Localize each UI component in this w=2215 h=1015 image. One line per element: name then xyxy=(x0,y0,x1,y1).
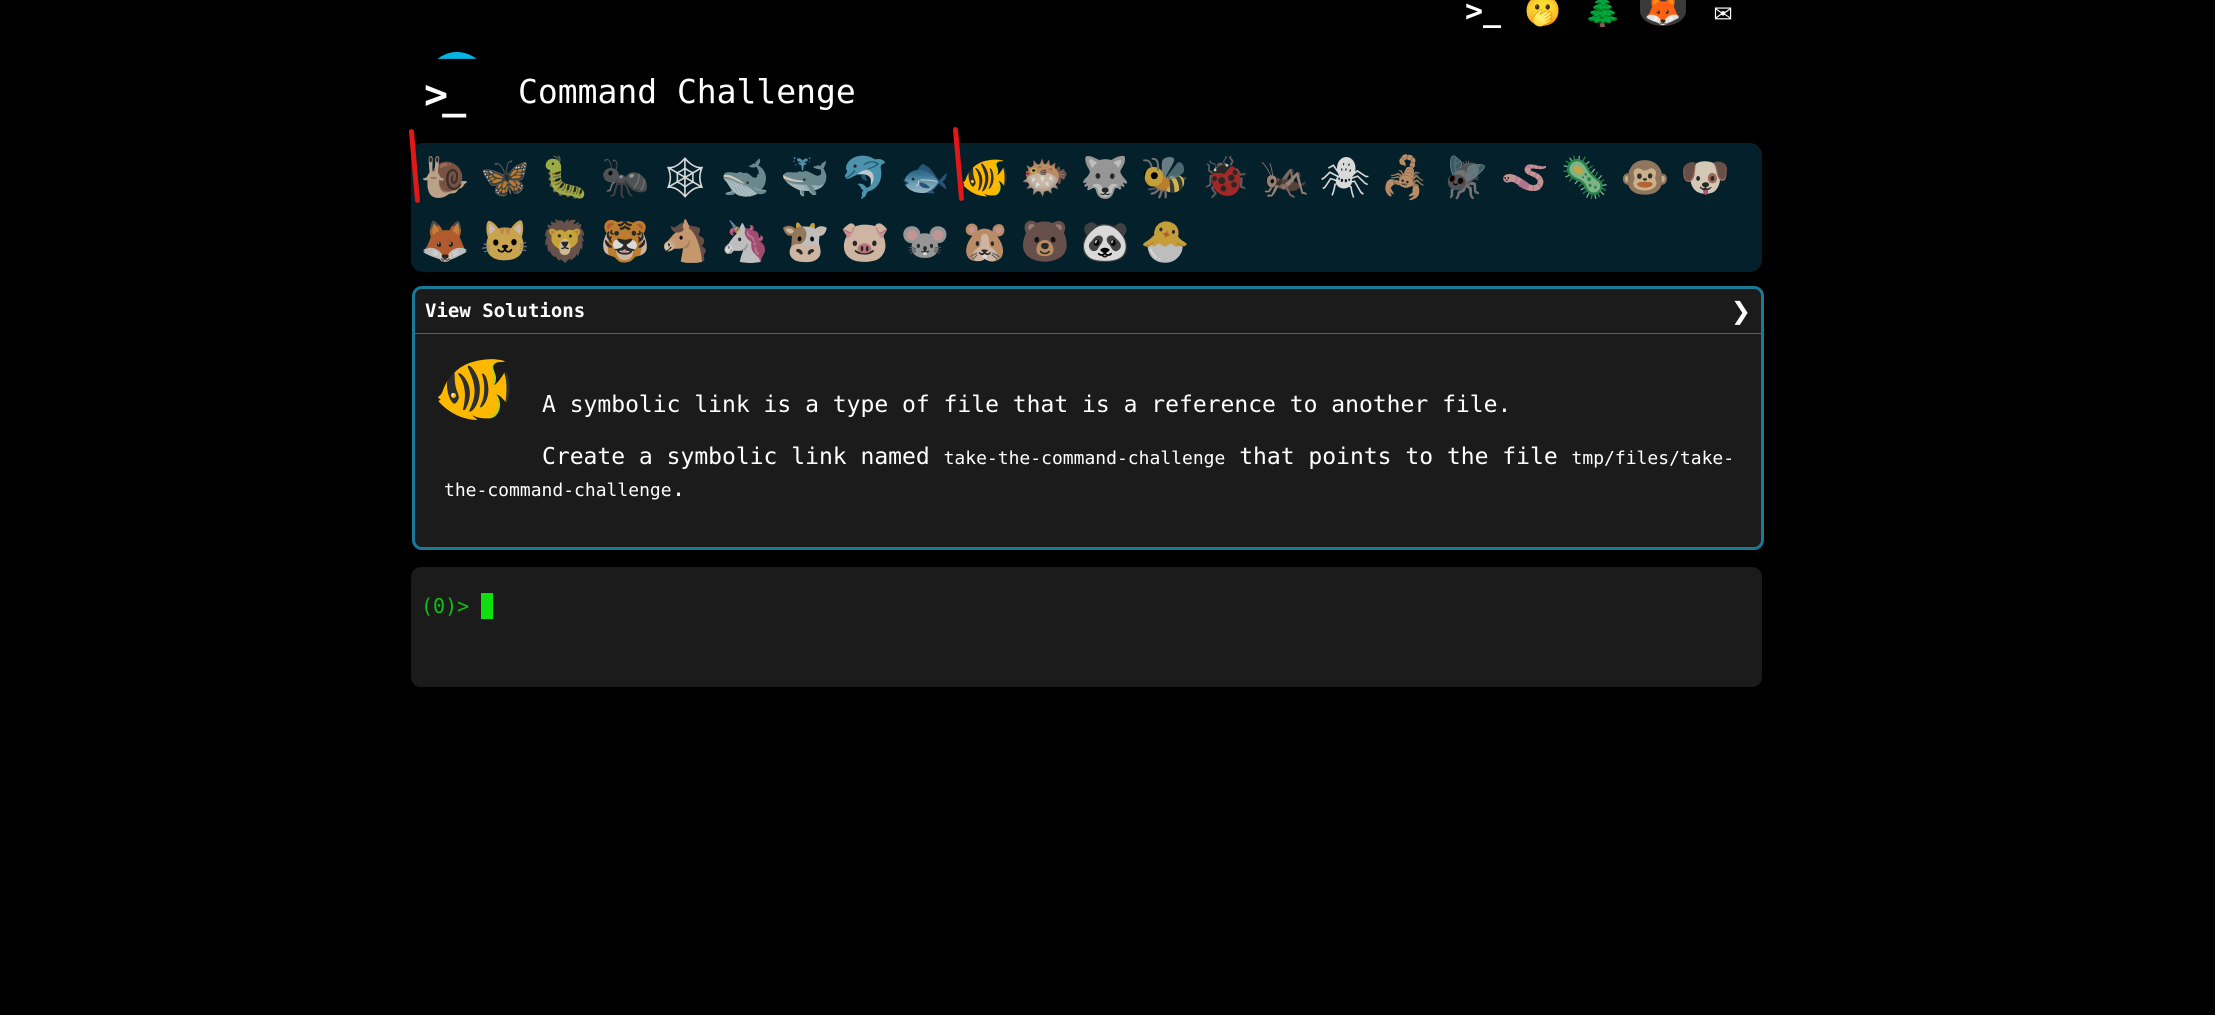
terminal-icon[interactable]: >_ xyxy=(1460,0,1506,28)
challenge-hamster-icon[interactable]: 🐹 xyxy=(955,213,1015,271)
view-solutions-label[interactable]: View Solutions xyxy=(425,300,585,322)
challenge-dog-icon[interactable]: 🐶 xyxy=(1675,149,1735,207)
challenge-unicorn-icon[interactable]: 🦄 xyxy=(715,213,775,271)
chevron-right-icon[interactable]: ❯ xyxy=(1731,297,1751,325)
challenge-wolf-icon[interactable]: 🐺 xyxy=(1075,149,1135,207)
challenge-horse-icon[interactable]: 🐴 xyxy=(655,213,715,271)
task-suffix: . xyxy=(671,476,686,502)
prompt-line[interactable]: (0)> xyxy=(421,593,494,619)
terminal-cursor xyxy=(481,593,494,619)
challenge-lion-icon[interactable]: 🦁 xyxy=(535,213,595,271)
mail-icon[interactable]: ✉ xyxy=(1700,0,1746,28)
challenge-intro: A symbolic link is a type of file that i… xyxy=(542,392,1512,418)
challenge-ant-icon[interactable]: 🐜 xyxy=(595,149,655,207)
challenge-fox-icon[interactable]: 🦊 xyxy=(415,213,475,271)
challenge-spider-icon[interactable]: 🕷 xyxy=(1315,149,1375,207)
challenge-blowfish-icon[interactable]: 🐡 xyxy=(1015,149,1075,207)
challenge-pig-icon[interactable]: 🐷 xyxy=(835,213,895,271)
challenge-bear-icon[interactable]: 🐻 xyxy=(1015,213,1075,271)
gitlab-icon[interactable]: 🦊 xyxy=(1640,0,1686,26)
challenge-animal-bar: 🐌 🦋 🐛 🐜 🕸 🐋 🐳 🐬 🐟 🐠 🐡 🐺 🐝 🐞 🦗 🕷 🦂 🪰 🪱 🦠 🐵 🐶 🦊 🐱 🦁 🐯 🐴 🦄 🐮 🐷 🐭 🐹 🐻 🐼 🐣 xyxy=(408,126,1762,272)
challenge-fish-icon[interactable]: 🐟 xyxy=(895,149,955,207)
animal-grid: 🐌 🦋 🐛 🐜 🕸 🐋 🐳 🐬 🐟 🐠 🐡 🐺 🐝 🐞 🦗 🕷 🦂 🪰 🪱 🦠 🐵 🐶 🦊 🐱 🦁 🐯 🐴 🦄 🐮 🐷 🐭 🐹 🐻 🐼 🐣 xyxy=(415,149,1755,271)
challenge-dolphin-icon[interactable]: 🐬 xyxy=(835,149,895,207)
page-title: Command Challenge xyxy=(518,72,856,111)
challenge-chick-icon[interactable]: 🐣 xyxy=(1135,213,1195,271)
link-name: take-the-command-challenge xyxy=(943,448,1226,469)
task-prefix: Create a symbolic link named xyxy=(542,444,944,470)
top-nav: >_ 🫢 🌲 🦊 ✉ xyxy=(1460,0,1760,36)
challenge-whale2-icon[interactable]: 🐳 xyxy=(775,149,835,207)
challenge-worm-icon[interactable]: 🪱 xyxy=(1495,149,1555,207)
challenge-task: Create a symbolic link named take-the-co… xyxy=(444,442,1739,506)
challenge-ladybug-icon[interactable]: 🐞 xyxy=(1195,149,1255,207)
tropical-fish-icon: 🐠 xyxy=(433,350,516,427)
challenge-mouse-icon[interactable]: 🐭 xyxy=(895,213,955,271)
challenge-fly-icon[interactable]: 🪰 xyxy=(1435,149,1495,207)
challenge-web-icon[interactable]: 🕸 xyxy=(655,149,715,207)
challenge-microbe-icon[interactable]: 🦠 xyxy=(1555,149,1615,207)
challenge-tiger-icon[interactable]: 🐯 xyxy=(595,213,655,271)
solutions-header[interactable]: View Solutions ❯ xyxy=(415,289,1761,334)
page-header: >_ Command Challenge xyxy=(422,52,1322,142)
challenge-panda-icon[interactable]: 🐼 xyxy=(1075,213,1135,271)
challenge-bee-icon[interactable]: 🐝 xyxy=(1135,149,1195,207)
task-middle: that points to the file xyxy=(1225,444,1572,470)
solutions-panel: View Solutions ❯ 🐠 A symbolic link is a … xyxy=(412,286,1764,550)
terminal-prompt: (0)> xyxy=(421,594,470,618)
challenge-snail-icon[interactable]: 🐌 xyxy=(415,149,475,207)
tree-icon[interactable]: 🌲 xyxy=(1580,0,1626,28)
challenge-cow-icon[interactable]: 🐮 xyxy=(775,213,835,271)
challenge-cat-icon[interactable]: 🐱 xyxy=(475,213,535,271)
terminal[interactable]: (0)> xyxy=(411,567,1762,687)
challenge-whale-icon[interactable]: 🐋 xyxy=(715,149,775,207)
challenge-caterpillar-icon[interactable]: 🐛 xyxy=(535,149,595,207)
challenge-butterfly-icon[interactable]: 🦋 xyxy=(475,149,535,207)
logo[interactable]: >_ xyxy=(422,52,488,118)
challenge-scorpion-icon[interactable]: 🦂 xyxy=(1375,149,1435,207)
challenge-monkey-icon[interactable]: 🐵 xyxy=(1615,149,1675,207)
face-icon[interactable]: 🫢 xyxy=(1520,0,1566,28)
challenge-cricket-icon[interactable]: 🦗 xyxy=(1255,149,1315,207)
logo-prompt-icon: >_ xyxy=(424,72,466,118)
